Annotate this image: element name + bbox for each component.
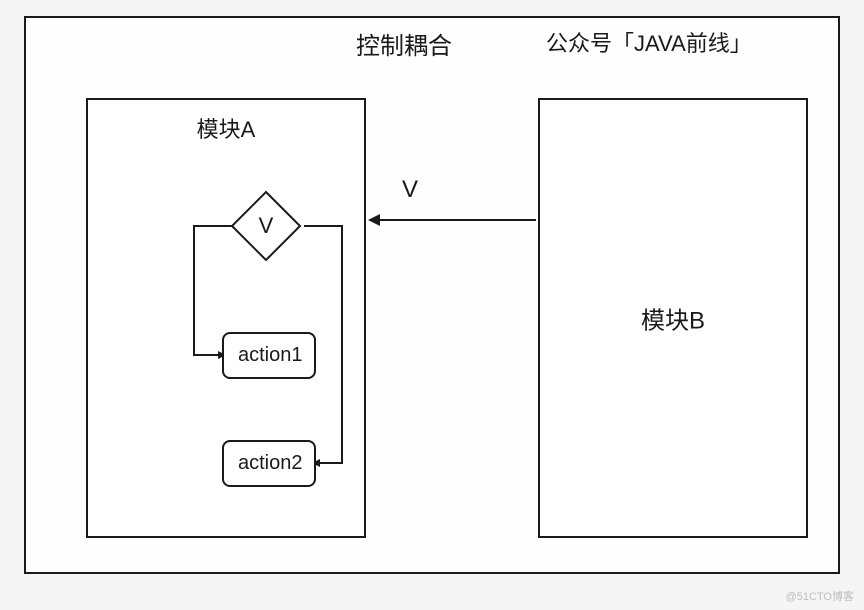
decision-label: V: [230, 190, 302, 262]
module-a-label: 模块A: [88, 112, 364, 144]
decision-node: V: [230, 190, 302, 262]
module-b: 模块B: [538, 98, 808, 538]
action1-box: action1: [222, 332, 316, 379]
module-b-label: 模块B: [540, 301, 806, 336]
connector-arrow: [366, 210, 538, 230]
diagram-frame: 控制耦合 公众号「JAVA前线」 模块A V action1 action2 模…: [24, 16, 840, 574]
diagram-title: 控制耦合: [356, 26, 452, 61]
action2-box: action2: [222, 440, 316, 487]
diagram-credit: 公众号「JAVA前线」: [546, 26, 752, 58]
connector-label: V: [402, 176, 418, 204]
watermark: @51CTO博客: [786, 588, 854, 604]
module-a: 模块A V action1 action2: [86, 98, 366, 538]
